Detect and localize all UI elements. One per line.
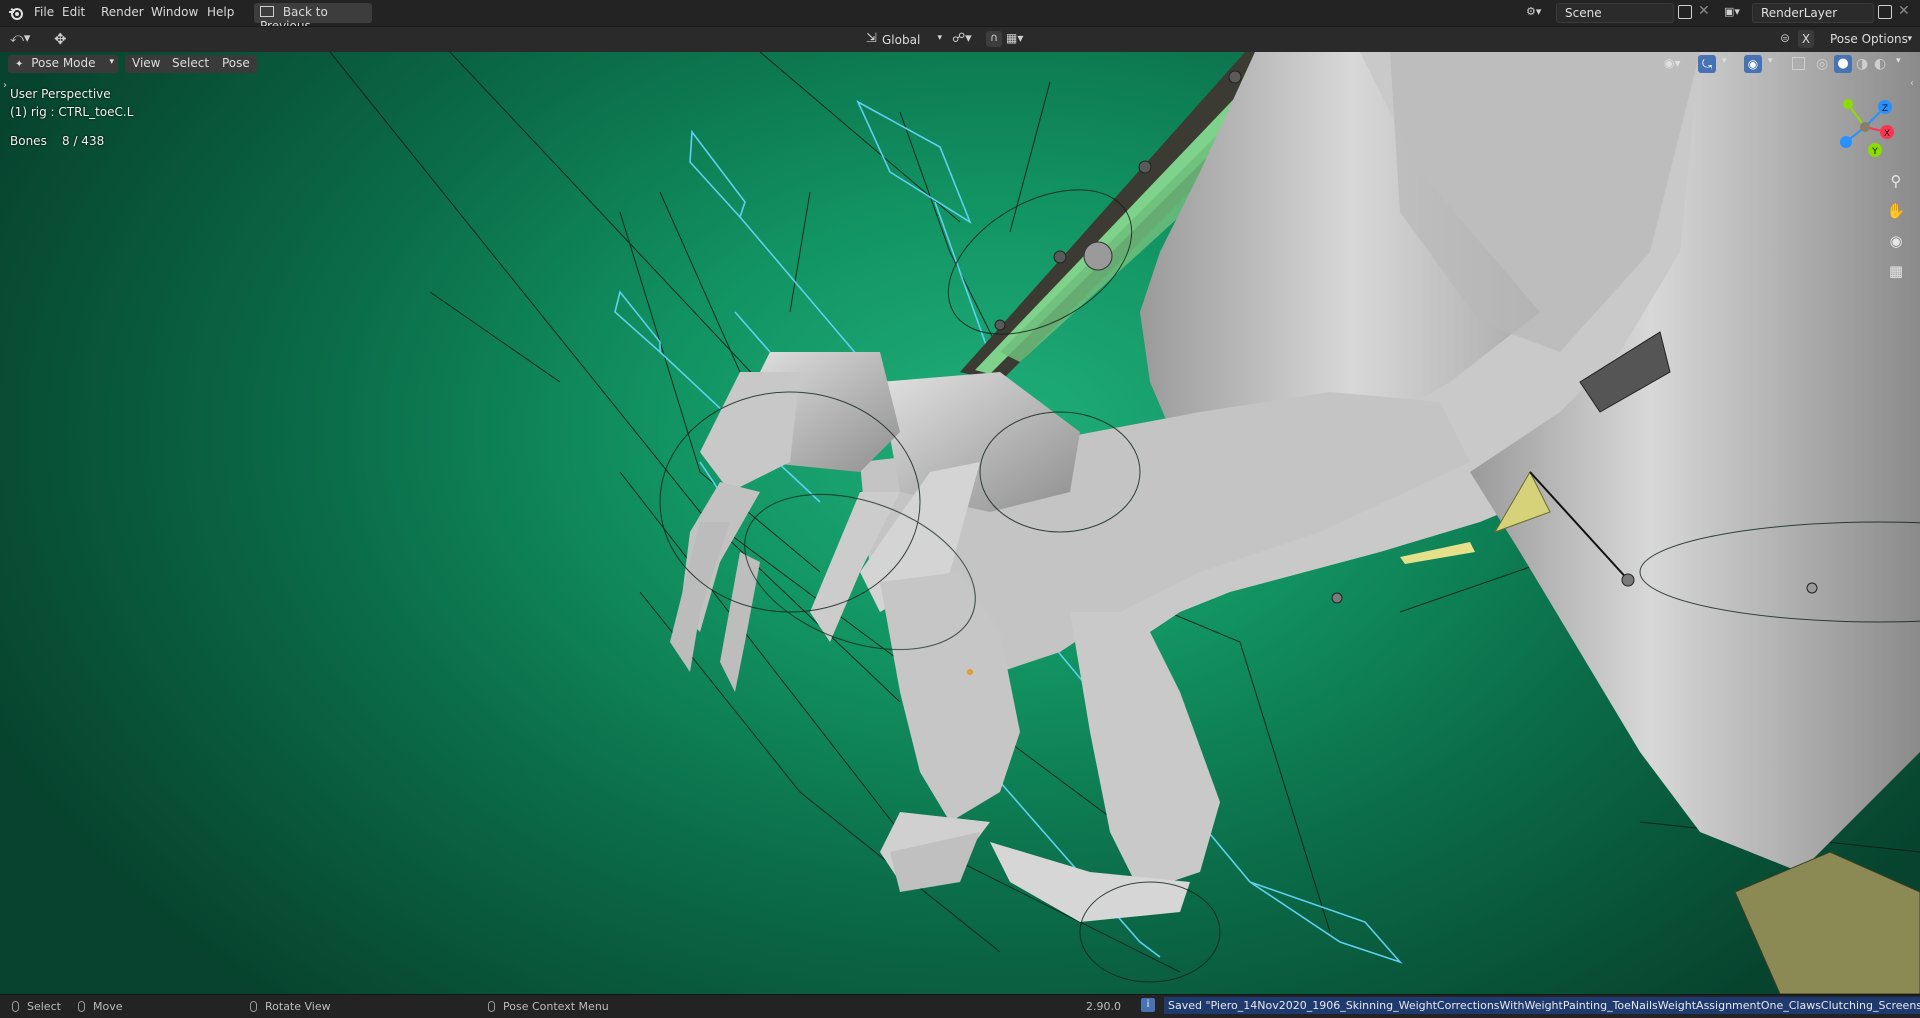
visibility-toggle-icon[interactable]: ◉▾ [1664,56,1681,70]
viewport-scene [329,52,1920,994]
menu-window[interactable]: Window [145,4,204,20]
mirror-options-icon[interactable]: ⊜ [1780,31,1790,45]
view-layer-name-text: RenderLayer [1761,6,1838,20]
status-context-hint: Pose Context Menu [488,1000,609,1013]
pose-mode-icon: ✦ [15,59,24,70]
blender-logo-icon[interactable] [8,5,24,21]
pose-options-dropdown[interactable]: Pose Options ▾ [1824,30,1914,50]
perspective-toggle-icon[interactable]: ▦ [1885,260,1907,282]
pivot-point-icon[interactable]: ☍▾ [952,31,972,46]
back-to-previous-button[interactable]: Back to Previous [254,3,372,33]
mouse-drag-icon [78,1001,85,1012]
status-select-text: Select [27,1000,61,1013]
interaction-mode-dropdown[interactable]: ✦ Pose Mode ▾ [8,55,118,73]
transform-orientation-label: Global [882,33,921,47]
chevron-down-icon: ▾ [109,57,114,67]
scene-name-field[interactable]: Scene [1556,3,1674,23]
pose-options-label: Pose Options [1830,32,1908,46]
bones-stats-label: Bones [10,134,47,148]
x-mirror-toggle[interactable]: X [1798,30,1814,48]
overlays-toggle-icon[interactable]: ◉ [1744,55,1762,73]
status-rotate-text: Rotate View [265,1000,331,1013]
move-tool-icon[interactable]: ✥ [54,30,67,48]
snap-target-icon[interactable]: ▦▾ [1006,31,1023,45]
overlays-options-icon[interactable]: ▾ [1768,56,1773,66]
new-view-layer-icon[interactable] [1878,5,1892,19]
transform-orientation-icon: ⇲ [866,31,877,46]
transform-orientation-dropdown[interactable]: Global ▾ [882,30,942,50]
status-move-hint: Move [78,1000,123,1013]
active-object-label: (1) rig : CTRL_toeC.L [10,105,134,119]
saved-report-message[interactable]: Saved "Piero_14Nov2020_1906_Skinning_Wei… [1164,997,1920,1014]
view-layer-name-field[interactable]: RenderLayer [1752,3,1874,23]
material-shading-icon[interactable]: ◑ [1856,56,1868,72]
active-tool-icon[interactable]: ⤺▾ [10,31,30,46]
pan-hand-icon[interactable]: ✋ [1885,200,1907,222]
claw-foot-mesh [670,352,1470,922]
scene-name-text: Scene [1565,6,1602,20]
delete-view-layer-icon[interactable]: ✕ [1898,3,1910,19]
status-rotate-hint: Rotate View [250,1000,331,1013]
navigation-gizmo[interactable]: Z X Y [1830,92,1900,162]
delete-scene-icon[interactable]: ✕ [1698,3,1710,19]
menu-edit[interactable]: Edit [56,4,91,20]
menu-render[interactable]: Render [95,4,150,20]
mouse-middle-icon [250,1001,257,1012]
mouse-right-icon [488,1001,495,1012]
chevron-down-icon: ▾ [937,33,942,43]
tool-settings-header: ⤺▾ ✥ ⇲ Global ▾ ☍▾ ∩ ▦▾ ⊜ X Pose Options… [0,26,1920,53]
menu-help[interactable]: Help [201,4,240,20]
view-perspective-label: User Perspective [10,87,111,101]
status-select-hint: Select [12,1000,61,1013]
shading-options-icon[interactable]: ▾ [1896,56,1901,66]
gizmo-options-icon[interactable]: ▾ [1722,56,1727,66]
status-bar: Select Move Rotate View Pose Context Men… [0,994,1920,1018]
rendered-shading-icon[interactable]: ◐ [1874,56,1886,72]
gizmo-toggle-icon[interactable]: ⤿ [1698,55,1716,73]
gizmo-y-label: Y [1871,147,1878,157]
version-label: 2.90.0 [1086,1000,1121,1013]
sidebar-toggle-icon[interactable]: ‹ [1910,78,1914,89]
3d-viewport[interactable]: ✦ Pose Mode ▾ View Select Pose ◉▾ ⤿ ▾ ◉ … [0,52,1920,994]
status-move-text: Move [93,1000,123,1013]
viewport-menu-select[interactable]: Select [165,55,217,73]
wireframe-shading-icon[interactable]: ◎ [1816,56,1828,72]
viewport-menu-view[interactable]: View [125,55,168,73]
status-context-text: Pose Context Menu [503,1000,609,1013]
gizmo-x-label: X [1884,129,1890,139]
interaction-mode-label: Pose Mode [31,56,96,70]
zoom-icon[interactable]: ⚲ [1885,170,1907,192]
snap-toggle-icon[interactable]: ∩ [986,31,1002,47]
scene-browse-icon[interactable]: ⚙▾ [1526,5,1552,21]
viewport-menu-pose[interactable]: Pose [215,55,257,73]
view-layer-browse-icon[interactable]: ▣▾ [1724,5,1750,21]
toolbar-toggle-icon[interactable]: › [3,80,7,91]
bones-stats-value: 8 / 438 [62,134,105,148]
info-icon: i [1141,998,1155,1012]
mouse-left-icon [12,1001,19,1012]
xray-toggle-icon[interactable] [1792,57,1805,70]
screen-back-icon [260,6,274,17]
chevron-down-icon: ▾ [1907,34,1912,44]
top-menu-bar: File Edit Render Window Help Back to Pre… [0,0,1920,33]
gizmo-z-label: Z [1882,104,1888,114]
solid-shading-icon[interactable]: ● [1834,55,1852,73]
camera-view-icon[interactable]: ◉ [1885,230,1907,252]
new-scene-icon[interactable] [1678,5,1692,19]
